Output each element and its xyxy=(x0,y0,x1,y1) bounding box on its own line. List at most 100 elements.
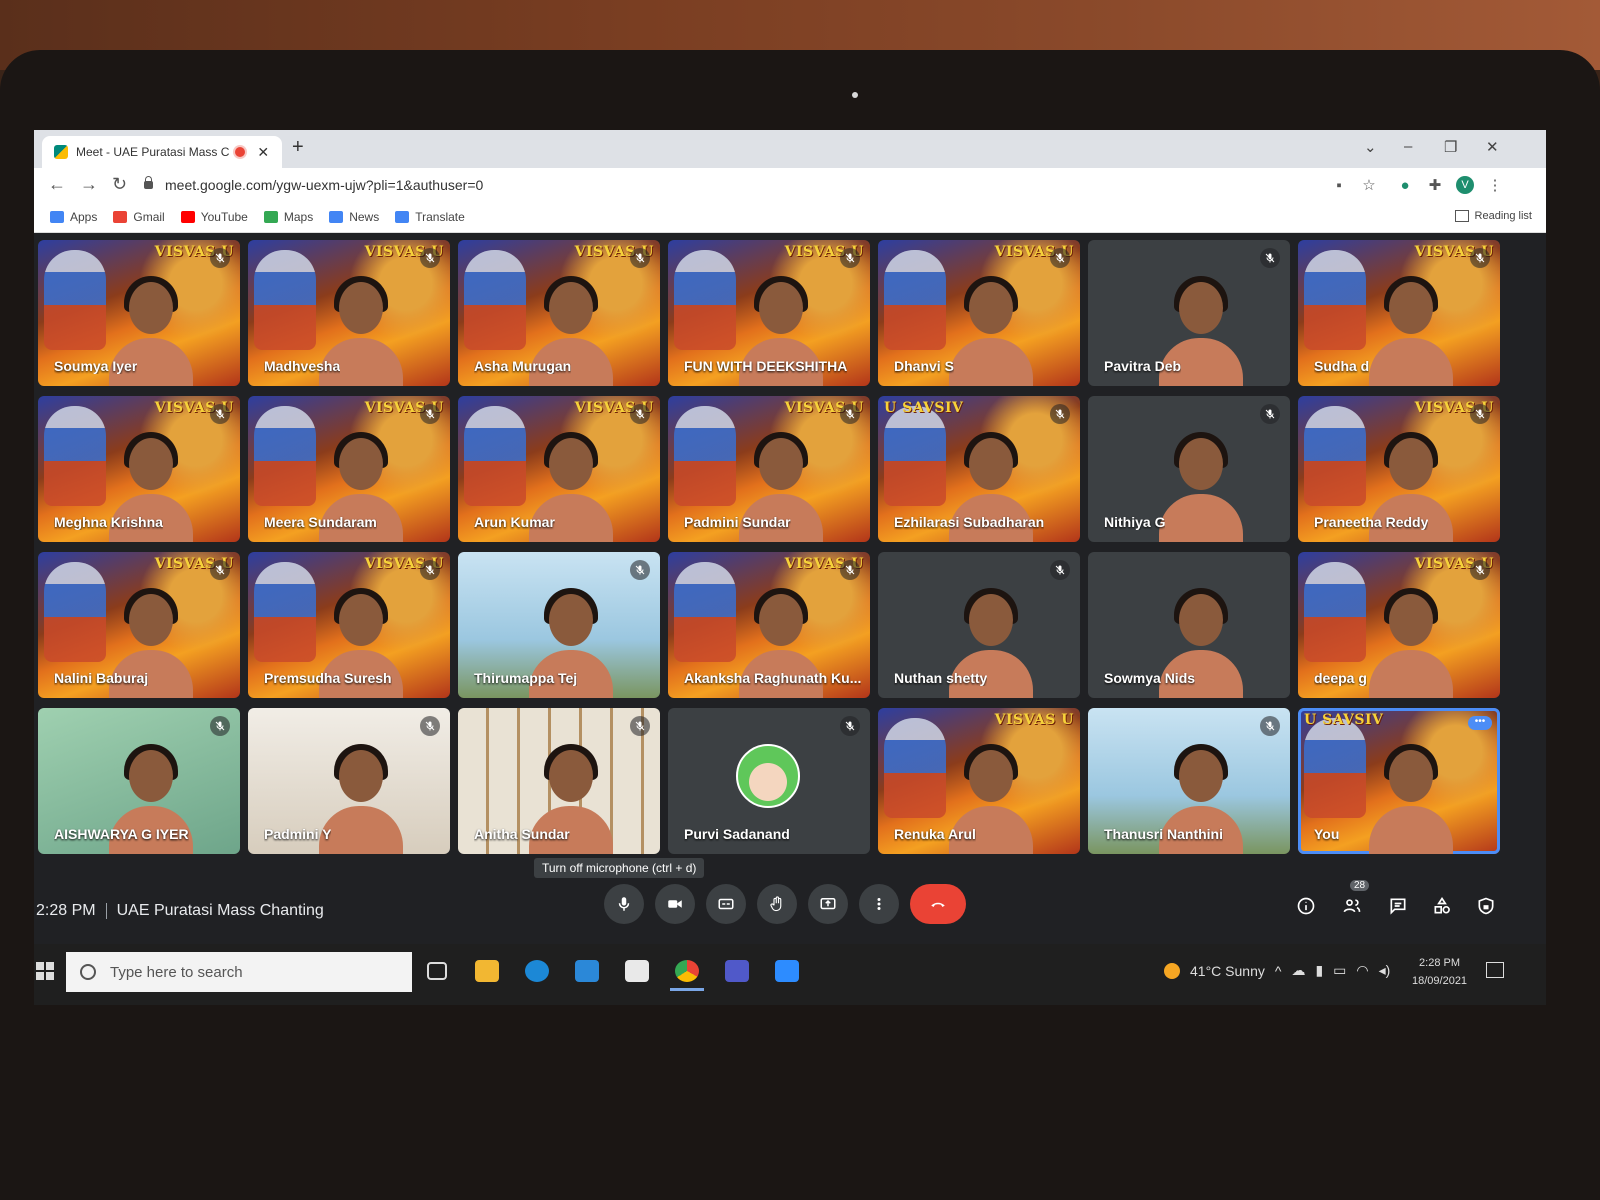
reload-button[interactable]: ↻ xyxy=(112,174,127,195)
participant-tile[interactable]: Pavitra Deb xyxy=(1088,240,1290,386)
search-icon xyxy=(80,964,96,980)
chat-button[interactable] xyxy=(1386,894,1410,918)
back-button[interactable]: ← xyxy=(48,174,66,195)
participant-tile[interactable]: VISVAS U FUN WITH DEEKSHITHA xyxy=(668,240,870,386)
bookmark-translate[interactable]: Translate xyxy=(395,210,465,224)
activities-button[interactable] xyxy=(1430,894,1454,918)
participant-tile[interactable]: VISVAS U Praneetha Reddy xyxy=(1298,396,1500,542)
deity-artwork xyxy=(674,250,736,350)
participant-tile[interactable]: VISVAS U Nalini Baburaj xyxy=(38,552,240,698)
bookmark-apps[interactable]: Apps xyxy=(50,210,97,224)
taskbar-clock[interactable]: 2:28 PM 18/09/2021 xyxy=(1412,954,1467,990)
task-view-icon[interactable] xyxy=(420,954,454,988)
hand-icon xyxy=(770,896,782,912)
gmail-icon xyxy=(113,211,128,223)
participant-tile[interactable]: VISVAS U Dhanvi S xyxy=(878,240,1080,386)
file-explorer-icon[interactable] xyxy=(470,954,504,988)
participant-video xyxy=(1369,734,1453,854)
show-hidden-icons-icon[interactable]: ^ xyxy=(1275,963,1282,979)
extensions-puzzle-icon[interactable]: ✚ xyxy=(1426,176,1444,194)
bookmark-maps[interactable]: Maps xyxy=(263,210,313,224)
camera-button[interactable] xyxy=(655,884,695,924)
weather-text[interactable]: 41°C Sunny xyxy=(1190,963,1265,979)
participant-name: Praneetha Reddy xyxy=(1314,514,1429,530)
store-icon[interactable] xyxy=(620,954,654,988)
tab-search-icon[interactable]: ⌄ xyxy=(1364,138,1377,156)
notifications-icon[interactable] xyxy=(1486,962,1504,978)
battery-icon[interactable]: ▭ xyxy=(1333,962,1346,979)
participant-tile[interactable]: VISVAS U Akanksha Raghunath Ku... xyxy=(668,552,870,698)
participant-name: Sowmya Nids xyxy=(1104,670,1196,686)
profile-avatar[interactable]: V xyxy=(1456,176,1474,194)
mic-off-icon xyxy=(630,560,650,580)
close-window-button[interactable]: ✕ xyxy=(1486,138,1499,156)
host-controls-button[interactable] xyxy=(1474,894,1498,918)
more-vert-icon xyxy=(877,898,881,910)
participant-tile[interactable]: VISVAS U Soumya Iyer xyxy=(38,240,240,386)
participant-tile[interactable]: Nithiya G xyxy=(1088,396,1290,542)
taskbar-search-box[interactable]: Type here to search xyxy=(66,952,412,992)
participant-name: Dhanvi S xyxy=(894,358,954,374)
edge-browser-icon[interactable] xyxy=(520,954,554,988)
participant-tile[interactable]: Thanusri Nanthini xyxy=(1088,708,1290,854)
new-tab-button[interactable]: + xyxy=(292,136,304,159)
zoom-icon[interactable] xyxy=(770,954,804,988)
participant-tile[interactable]: AISHWARYA G IYER xyxy=(38,708,240,854)
maximize-button[interactable]: ❐ xyxy=(1444,138,1457,156)
bookmark-gmail[interactable]: Gmail xyxy=(113,210,165,224)
tile-options-icon[interactable]: ••• xyxy=(1468,716,1492,730)
onedrive-icon[interactable]: ☁ xyxy=(1291,962,1305,979)
mail-icon[interactable] xyxy=(570,954,604,988)
mic-off-icon xyxy=(840,248,860,268)
leave-call-button[interactable] xyxy=(910,884,966,924)
bookmark-news[interactable]: News xyxy=(329,210,379,224)
participant-name: Soumya Iyer xyxy=(54,358,138,374)
participant-tile[interactable]: Purvi Sadanand xyxy=(668,708,870,854)
participant-tile[interactable]: Anitha Sundar xyxy=(458,708,660,854)
forward-button[interactable]: → xyxy=(80,174,98,195)
participant-tile[interactable]: VISVAS U Madhvesha xyxy=(248,240,450,386)
reading-list-button[interactable]: Reading list xyxy=(1454,210,1532,222)
volume-icon[interactable]: ◂) xyxy=(1379,962,1391,979)
participant-tile[interactable]: Padmini Y xyxy=(248,708,450,854)
captions-button[interactable] xyxy=(706,884,746,924)
minimize-button[interactable]: – xyxy=(1404,138,1412,155)
mic-tray-icon[interactable]: ▮ xyxy=(1315,962,1323,979)
chrome-icon[interactable] xyxy=(670,954,704,991)
teams-icon[interactable] xyxy=(720,954,754,988)
people-button[interactable] xyxy=(1340,894,1364,918)
participant-tile[interactable]: VISVAS U Sudha d xyxy=(1298,240,1500,386)
recording-dot-icon xyxy=(235,147,246,157)
mic-off-icon xyxy=(210,248,230,268)
participant-tile[interactable]: U SAVSIV ••• You xyxy=(1298,708,1500,854)
participant-tile[interactable]: VISVAS U Padmini Sundar xyxy=(668,396,870,542)
participant-tile[interactable]: VISVAS U Renuka Arul xyxy=(878,708,1080,854)
address-bar[interactable]: meet.google.com/ygw-uexm-ujw?pli=1&authu… xyxy=(144,172,1314,198)
more-options-button[interactable] xyxy=(859,884,899,924)
participant-tile[interactable]: U SAVSIV Ezhilarasi Subadharan xyxy=(878,396,1080,542)
browser-tab-meet[interactable]: Meet - UAE Puratasi Mass C ✕ xyxy=(42,136,282,168)
windows-start-icon[interactable] xyxy=(36,962,54,980)
bookmark-star-icon[interactable]: ☆ xyxy=(1360,176,1378,194)
tab-close-icon[interactable]: ✕ xyxy=(257,144,269,161)
participant-tile[interactable]: VISVAS U Meera Sundaram xyxy=(248,396,450,542)
mic-off-icon xyxy=(420,716,440,736)
participant-tile[interactable]: VISVAS U Premsudha Suresh xyxy=(248,552,450,698)
camera-in-use-icon[interactable]: ▪ xyxy=(1330,176,1348,194)
participant-tile[interactable]: Thirumappa Tej xyxy=(458,552,660,698)
present-screen-button[interactable] xyxy=(808,884,848,924)
participant-tile[interactable]: Nuthan shetty xyxy=(878,552,1080,698)
participant-tile[interactable]: VISVAS Udeepa g xyxy=(1298,552,1500,698)
bookmark-youtube[interactable]: YouTube xyxy=(180,210,248,224)
meeting-details-button[interactable] xyxy=(1294,894,1318,918)
meet-control-bar: 2:28 PM UAE Puratasi Mass Chanting 28 xyxy=(34,880,1546,944)
raise-hand-button[interactable] xyxy=(757,884,797,924)
participant-tile[interactable]: VISVAS U Meghna Krishna xyxy=(38,396,240,542)
chrome-menu-icon[interactable]: ⋮ xyxy=(1486,176,1504,194)
participant-tile[interactable]: Sowmya Nids xyxy=(1088,552,1290,698)
participant-tile[interactable]: VISVAS U Asha Murugan xyxy=(458,240,660,386)
microphone-button[interactable] xyxy=(604,884,644,924)
wifi-icon[interactable]: ◠ xyxy=(1356,962,1368,979)
participant-tile[interactable]: VISVAS U Arun Kumar xyxy=(458,396,660,542)
extension-chat-icon[interactable]: ● xyxy=(1396,176,1414,194)
